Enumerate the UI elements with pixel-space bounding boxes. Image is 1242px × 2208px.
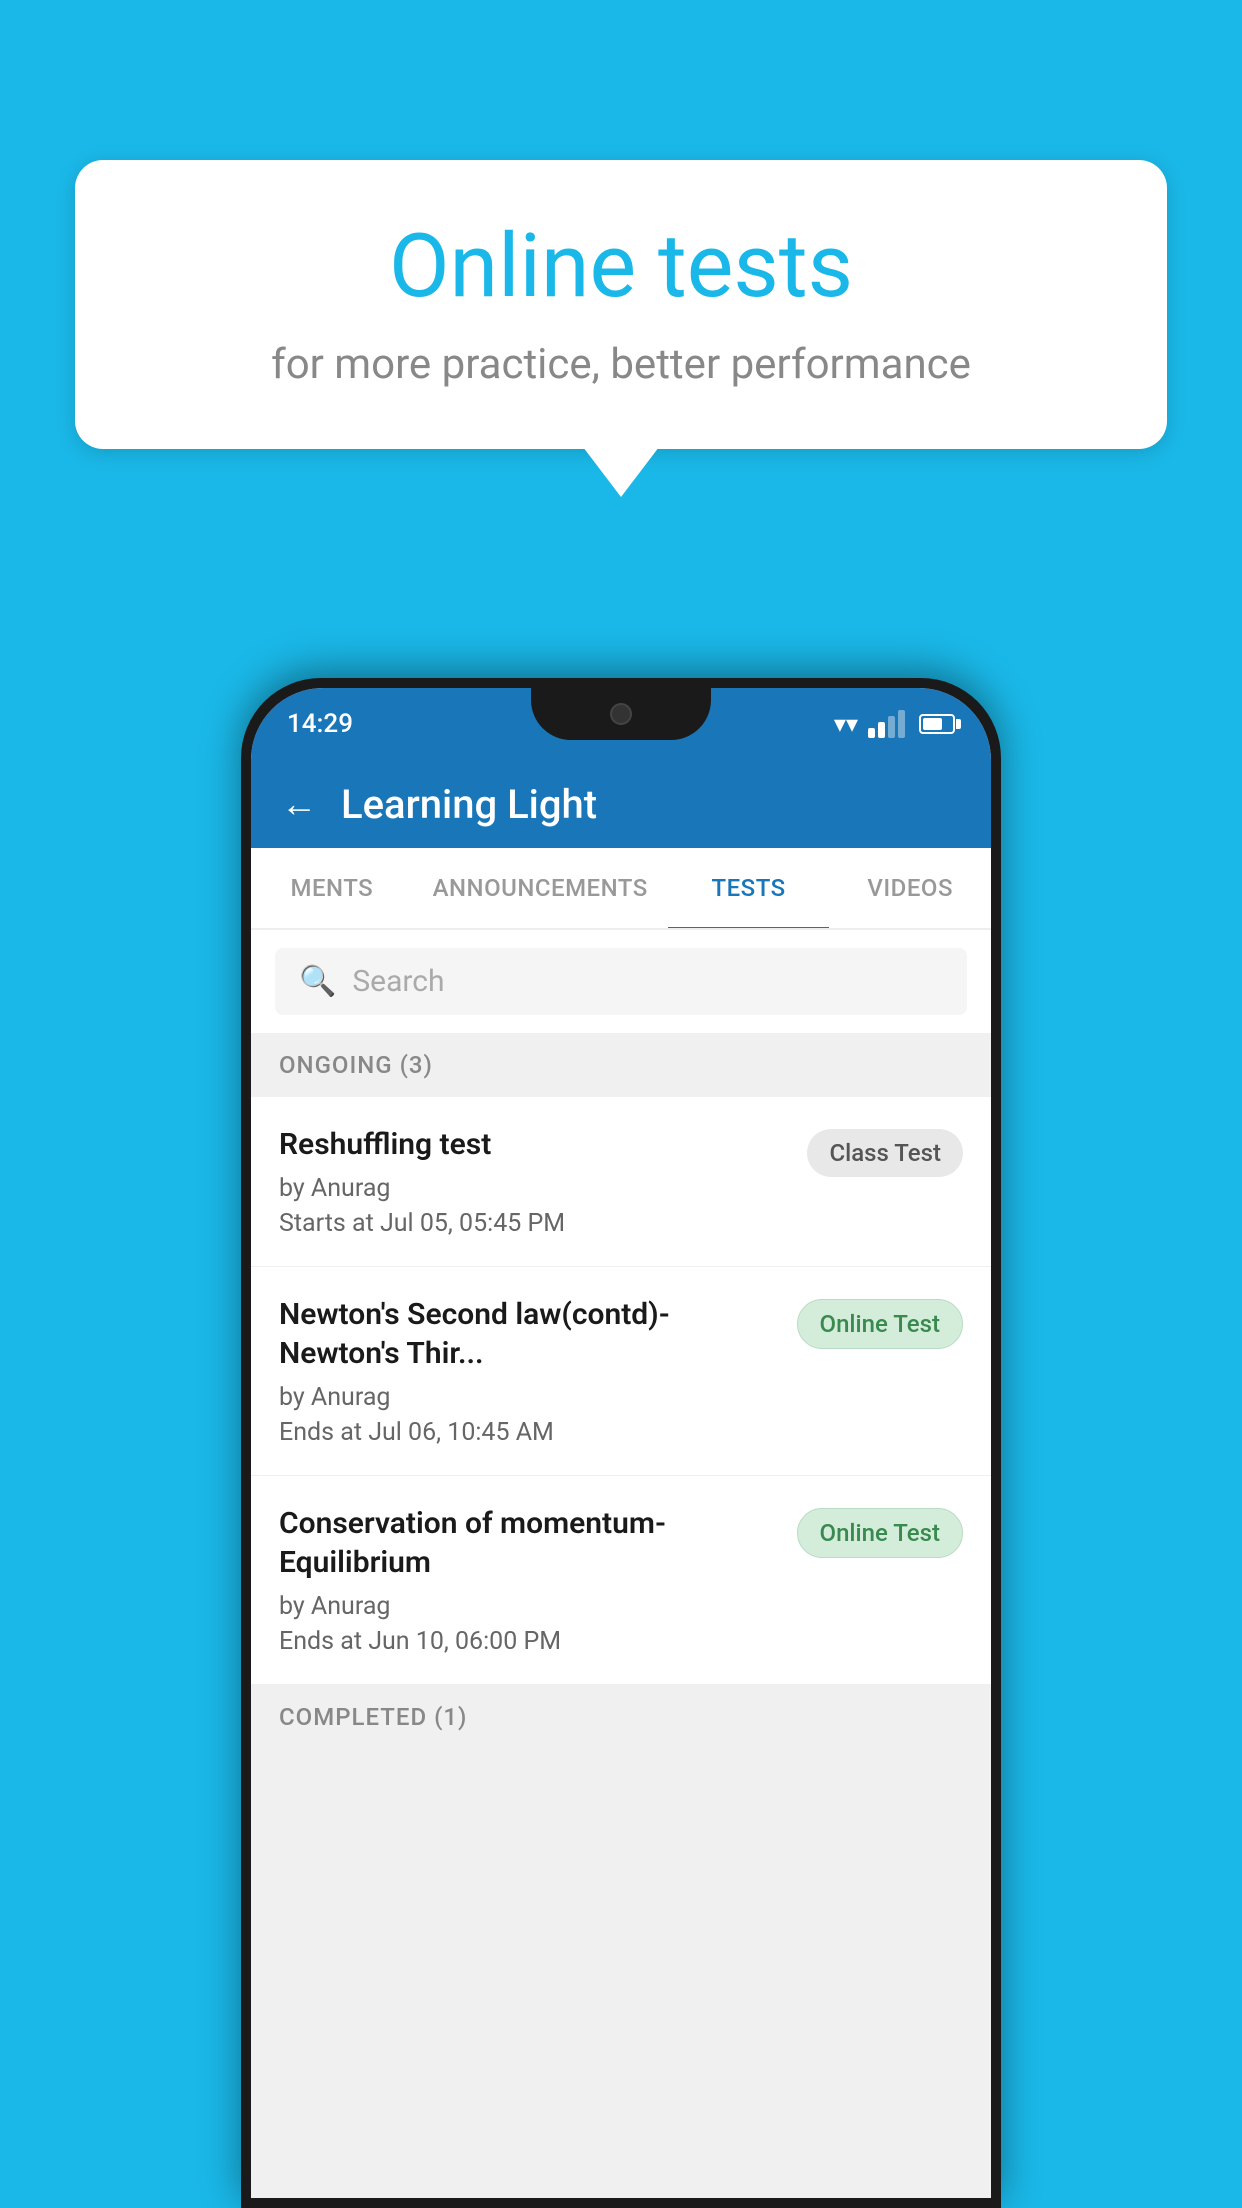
- completed-section-label: COMPLETED (1): [251, 1685, 991, 1749]
- test-badge: Online Test: [797, 1508, 963, 1558]
- search-box[interactable]: 🔍 Search: [275, 948, 967, 1015]
- camera: [610, 703, 632, 725]
- test-item[interactable]: Newton's Second law(contd)-Newton's Thir…: [251, 1267, 991, 1476]
- back-button[interactable]: ←: [281, 783, 317, 825]
- test-info: Newton's Second law(contd)-Newton's Thir…: [279, 1295, 781, 1447]
- signal-icon: [868, 710, 905, 738]
- search-icon: 🔍: [299, 964, 336, 999]
- test-date: Ends at Jul 06, 10:45 AM: [279, 1418, 781, 1447]
- test-author: by Anurag: [279, 1174, 791, 1203]
- tab-ments[interactable]: MENTS: [251, 848, 413, 928]
- test-info: Reshuffling test by Anurag Starts at Jul…: [279, 1125, 791, 1238]
- search-container: 🔍 Search: [251, 930, 991, 1033]
- notch: [531, 688, 711, 740]
- test-title: Conservation of momentum-Equilibrium: [279, 1504, 781, 1582]
- wifi-icon: ▾▾: [834, 710, 858, 738]
- tab-videos[interactable]: VIDEOS: [829, 848, 991, 928]
- bubble-subtitle: for more practice, better performance: [135, 340, 1107, 389]
- test-date: Starts at Jul 05, 05:45 PM: [279, 1209, 791, 1238]
- tests-list: Reshuffling test by Anurag Starts at Jul…: [251, 1097, 991, 1685]
- tab-announcements[interactable]: ANNOUNCEMENTS: [413, 848, 668, 928]
- promo-bubble: Online tests for more practice, better p…: [75, 160, 1167, 449]
- tab-tests[interactable]: TESTS: [668, 848, 830, 928]
- test-date: Ends at Jun 10, 06:00 PM: [279, 1627, 781, 1656]
- status-icons: ▾▾: [834, 710, 955, 738]
- test-item[interactable]: Reshuffling test by Anurag Starts at Jul…: [251, 1097, 991, 1267]
- battery-icon: [919, 714, 955, 734]
- test-author: by Anurag: [279, 1383, 781, 1412]
- phone-frame: 14:29 ▾▾ ← Learning Light MENTS ANNOUNCE…: [241, 678, 1001, 2208]
- test-badge: Class Test: [807, 1129, 963, 1177]
- test-title: Reshuffling test: [279, 1125, 791, 1164]
- test-title: Newton's Second law(contd)-Newton's Thir…: [279, 1295, 781, 1373]
- test-author: by Anurag: [279, 1592, 781, 1621]
- app-header: ← Learning Light: [251, 760, 991, 848]
- app-title: Learning Light: [341, 781, 597, 828]
- search-placeholder: Search: [352, 964, 444, 999]
- bubble-title: Online tests: [135, 215, 1107, 318]
- phone-screen: 14:29 ▾▾ ← Learning Light MENTS ANNOUNCE…: [251, 688, 991, 2198]
- test-badge: Online Test: [797, 1299, 963, 1349]
- ongoing-section-label: ONGOING (3): [251, 1033, 991, 1097]
- tabs-bar: MENTS ANNOUNCEMENTS TESTS VIDEOS: [251, 848, 991, 930]
- test-item[interactable]: Conservation of momentum-Equilibrium by …: [251, 1476, 991, 1685]
- status-time: 14:29: [287, 709, 353, 739]
- status-bar: 14:29 ▾▾: [251, 688, 991, 760]
- test-info: Conservation of momentum-Equilibrium by …: [279, 1504, 781, 1656]
